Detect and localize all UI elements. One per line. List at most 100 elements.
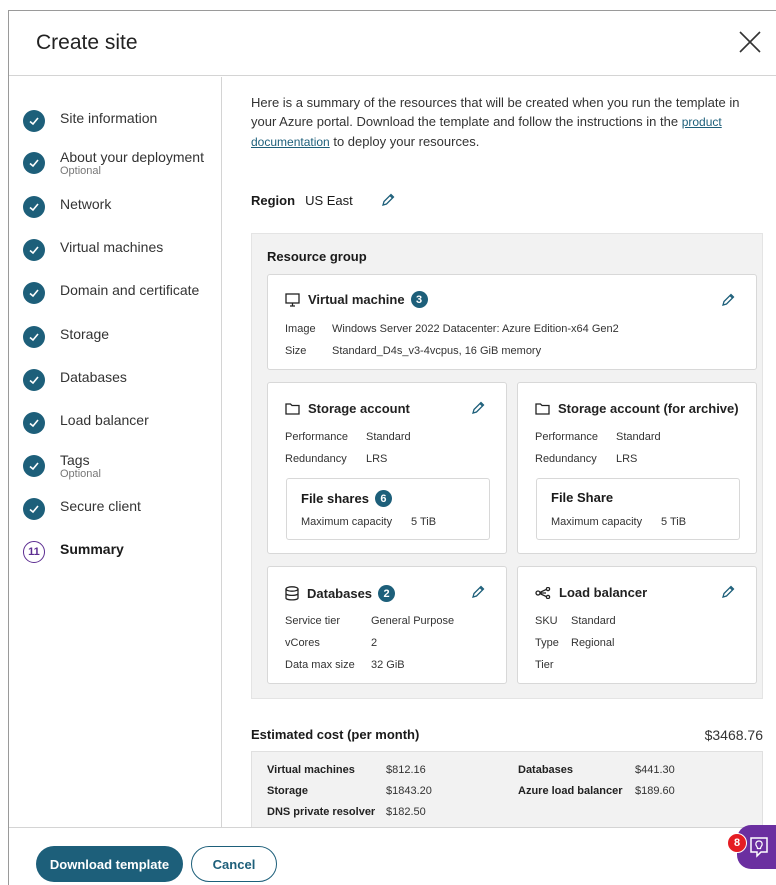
step-summary[interactable]: 11 Summary: [23, 541, 124, 563]
step-label: Virtual machines: [60, 239, 164, 255]
virtual-machine-card: Virtual machine 3 Image Windows Server 20…: [267, 274, 757, 370]
cost-label: Azure load balancer: [518, 785, 623, 797]
vm-image-row: Image Windows Server 2022 Datacenter: Azu…: [285, 323, 619, 335]
check-icon: [23, 498, 45, 520]
check-icon: [23, 455, 45, 477]
archive-storage-header: Storage account (for archive): [535, 401, 739, 416]
file-shares-capacity-row: Maximum capacity 5 TiB: [301, 516, 437, 528]
edit-storage-pencil-icon[interactable]: [470, 400, 486, 421]
cost-label: Databases: [518, 764, 574, 776]
dialog-header: Create site: [9, 11, 776, 76]
storage-account-header: Storage account: [285, 401, 410, 416]
estimated-cost-title: Estimated cost (per month): [251, 727, 420, 742]
virtual-machine-title: Virtual machine: [308, 292, 405, 307]
cost-value: $182.50: [386, 806, 426, 818]
resource-group-title: Resource group: [267, 249, 367, 264]
optional-label: Optional: [60, 468, 101, 480]
step-storage[interactable]: Storage: [23, 326, 109, 348]
file-share-box: File Share Maximum capacity 5 TiB: [536, 478, 740, 540]
check-icon: [23, 239, 45, 261]
vm-size-row: Size Standard_D4s_v3-4vcpus, 16 GiB memor…: [285, 345, 542, 357]
resource-group: Resource group Virtual machine 3 Image Wi…: [251, 233, 763, 699]
edit-load-balancer-pencil-icon[interactable]: [720, 584, 736, 605]
step-databases[interactable]: Databases: [23, 369, 127, 391]
folder-icon: [285, 403, 300, 415]
edit-vm-pencil-icon[interactable]: [720, 292, 736, 313]
region-row: Region US East: [251, 192, 396, 208]
download-template-button[interactable]: Download template: [36, 846, 183, 882]
database-icon: [285, 586, 299, 601]
dialog-title: Create site: [36, 31, 138, 54]
optional-label: Optional: [60, 165, 101, 177]
step-secure-client[interactable]: Secure client: [23, 498, 141, 520]
cancel-button[interactable]: Cancel: [191, 846, 277, 882]
region-value: US East: [305, 192, 353, 208]
step-number: 11: [23, 541, 45, 563]
storage-redundancy-row: Redundancy LRS: [285, 453, 388, 465]
step-site-information[interactable]: Site information: [23, 110, 157, 132]
step-label: Domain and certificate: [60, 282, 200, 298]
storage-account-card: Storage account Performance Standard Redu…: [267, 382, 507, 554]
cost-label: DNS private resolver: [267, 806, 376, 818]
archive-performance-row: Performance Standard: [535, 431, 661, 443]
step-label: About your deployment: [60, 149, 204, 165]
lb-sku-row: SKU Standard: [535, 615, 616, 627]
lb-type-row: Type Regional: [535, 637, 615, 649]
archive-redundancy-row: Redundancy LRS: [535, 453, 638, 465]
step-label: Storage: [60, 326, 110, 342]
step-label: Secure client: [60, 498, 141, 514]
monitor-icon: [285, 292, 300, 307]
check-icon: [23, 369, 45, 391]
intro-text: Here is a summary of the resources that …: [251, 95, 740, 149]
databases-header: Databases 2: [285, 585, 396, 602]
archive-storage-card: Storage account (for archive) Performanc…: [517, 382, 757, 554]
step-domain-and-certificate[interactable]: Domain and certificate: [23, 282, 199, 304]
create-site-dialog: Create site Site information About your …: [8, 10, 776, 885]
cost-value: $441.30: [635, 764, 675, 776]
cost-value: $1843.20: [386, 785, 432, 797]
step-virtual-machines[interactable]: Virtual machines: [23, 239, 163, 261]
check-icon: [23, 326, 45, 348]
load-balancer-header: Load balancer: [535, 585, 647, 600]
step-network[interactable]: Network: [23, 196, 111, 218]
file-share-header: File Share: [551, 490, 614, 505]
load-balancer-card: Load balancer SKU Standard Type Regional T…: [517, 566, 757, 684]
check-icon: [23, 282, 45, 304]
step-label: Tags: [60, 452, 90, 468]
check-icon: [23, 412, 45, 434]
db-service-tier-row: Service tier General Purpose: [285, 615, 455, 627]
file-shares-box: File shares 6 Maximum capacity 5 TiB: [286, 478, 490, 540]
databases-count-badge: 2: [378, 585, 396, 602]
step-label: Network: [60, 196, 112, 212]
lb-tier-row: Tier: [535, 659, 554, 671]
check-icon: [23, 196, 45, 218]
wizard-steps: Site information About your deployment Op…: [9, 77, 222, 827]
step-label: Summary: [60, 541, 124, 557]
databases-card: Databases 2 Service tier General Purpose …: [267, 566, 507, 684]
step-label: Databases: [60, 369, 127, 385]
edit-region-pencil-icon[interactable]: [380, 192, 396, 208]
cost-value: $812.16: [386, 764, 426, 776]
file-share-capacity-row: Maximum capacity 5 TiB: [551, 516, 687, 528]
vm-count-badge: 3: [410, 291, 428, 308]
load-balancer-title: Load balancer: [559, 585, 648, 600]
step-tags[interactable]: Tags Optional: [23, 452, 101, 480]
load-balancer-icon: [535, 586, 551, 599]
cost-breakdown: Virtual machines $812.16 Storage $1843.2…: [251, 751, 763, 834]
db-max-size-row: Data max size 32 GiB: [285, 659, 405, 671]
databases-title: Databases: [307, 586, 373, 601]
close-icon[interactable]: [737, 29, 763, 55]
archive-storage-title: Storage account (for archive): [558, 401, 739, 416]
step-label: Site information: [60, 110, 158, 126]
step-about-your-deployment[interactable]: About your deployment Optional: [23, 149, 204, 177]
estimated-cost-total: $3468.76: [704, 727, 763, 743]
step-label: Load balancer: [60, 412, 149, 428]
cost-label: Virtual machines: [267, 764, 355, 776]
edit-databases-pencil-icon[interactable]: [470, 584, 486, 605]
step-load-balancer[interactable]: Load balancer: [23, 412, 149, 434]
virtual-machine-header: Virtual machine 3: [285, 291, 428, 308]
check-icon: [23, 110, 45, 132]
notification-count-badge: 8: [727, 833, 747, 853]
folder-icon: [535, 403, 550, 415]
region-label: Region: [251, 192, 296, 208]
